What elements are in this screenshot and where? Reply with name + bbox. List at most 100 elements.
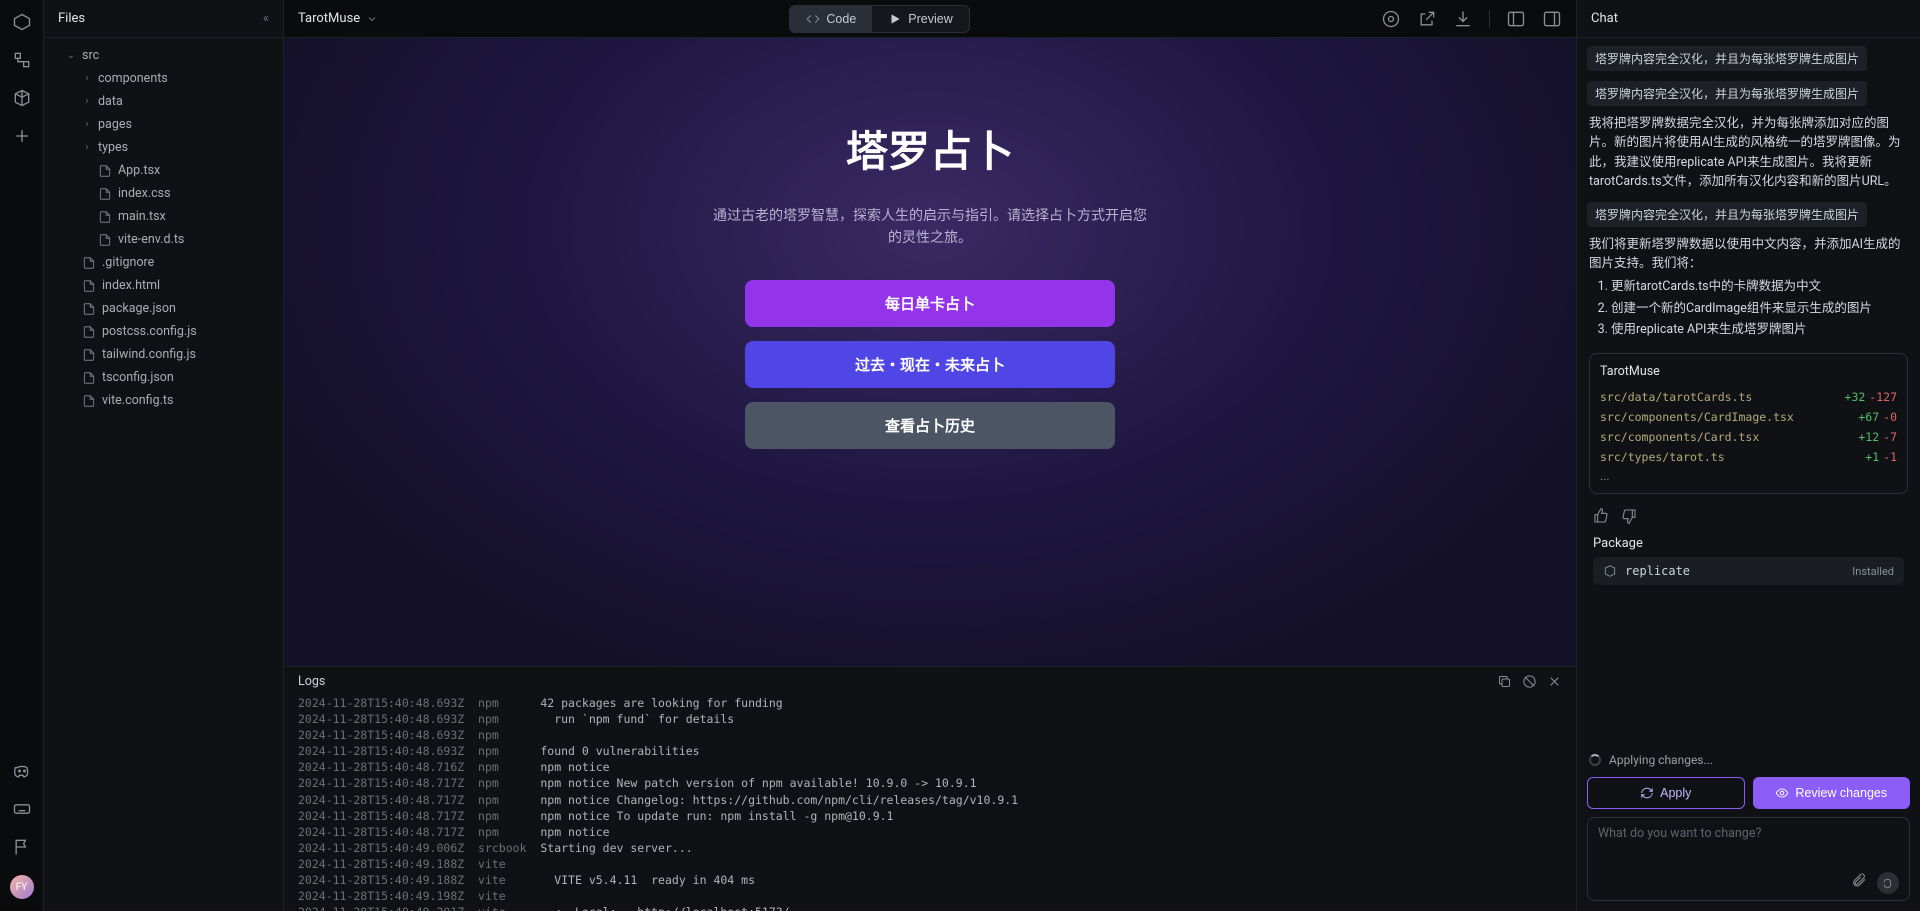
discord-icon[interactable]	[12, 761, 32, 781]
attach-icon[interactable]	[1851, 872, 1867, 888]
chat-response: 我们将更新塔罗牌数据以使用中文内容，并添加AI生成的图片支持。我们将： 更新ta…	[1583, 233, 1914, 348]
file-icon	[98, 187, 112, 201]
thumbs-up-icon[interactable]	[1593, 508, 1609, 524]
diff-file-row[interactable]: src/data/tarotCards.ts+32-127	[1600, 387, 1897, 407]
code-icon	[806, 12, 820, 26]
clear-icon[interactable]	[1522, 674, 1537, 689]
diff-add: +12	[1858, 430, 1879, 444]
past-present-future-button[interactable]: 过去・现在・未来占卜	[745, 341, 1115, 388]
log-line: 2024-11-28T15:40:48.716Z npm npm notice	[298, 759, 1562, 775]
chat-input[interactable]	[1598, 826, 1899, 864]
user-msg-chip: 塔罗牌内容完全汉化，并且为每张塔罗牌生成图片	[1587, 202, 1867, 227]
cube-icon[interactable]	[12, 88, 32, 108]
plus-icon[interactable]	[12, 126, 32, 146]
file-icon	[82, 279, 96, 293]
diff-file-row[interactable]: src/types/tarot.ts+1-1	[1600, 447, 1897, 467]
file-label: main.tsx	[118, 209, 166, 224]
file-label: .gitignore	[102, 255, 154, 270]
tab-preview[interactable]: Preview	[872, 6, 968, 32]
chat-response-intro: 我们将更新塔罗牌数据以使用中文内容，并添加AI生成的图片支持。我们将：	[1589, 235, 1908, 274]
chat-body[interactable]: 塔罗牌内容完全汉化，并且为每张塔罗牌生成图片 塔罗牌内容完全汉化，并且为每张塔罗…	[1577, 38, 1920, 743]
file-label: postcss.config.js	[102, 324, 197, 339]
copy-icon[interactable]	[1497, 674, 1512, 689]
folder-item[interactable]: ›data	[44, 90, 283, 113]
diff-file-row[interactable]: src/components/CardImage.tsx+67-0	[1600, 407, 1897, 427]
file-item[interactable]: App.tsx	[44, 159, 283, 182]
diff-card: TarotMuse src/data/tarotCards.ts+32-127s…	[1589, 353, 1908, 494]
file-label: index.css	[118, 186, 171, 201]
home-icon[interactable]	[12, 12, 32, 32]
apply-button[interactable]: Apply	[1587, 777, 1745, 809]
folder-item[interactable]: ›pages	[44, 113, 283, 136]
file-item[interactable]: vite-env.d.ts	[44, 228, 283, 251]
tab-code[interactable]: Code	[790, 6, 872, 32]
preview-pane: 塔罗占卜 通过古老的塔罗智慧，探索人生的启示与指引。请选择占卜方式开启您的灵性之…	[284, 38, 1576, 666]
tree-icon[interactable]	[12, 50, 32, 70]
chat-input-wrap	[1587, 817, 1910, 901]
diff-file-row[interactable]: src/components/Card.tsx+12-7	[1600, 427, 1897, 447]
diff-path: src/components/CardImage.tsx	[1600, 410, 1794, 424]
download-icon[interactable]	[1453, 9, 1473, 29]
diff-add: +1	[1865, 450, 1879, 464]
file-item[interactable]: vite.config.ts	[44, 389, 283, 412]
review-changes-button[interactable]: Review changes	[1753, 777, 1911, 809]
thumbs-down-icon[interactable]	[1621, 508, 1637, 524]
collapse-files-icon[interactable]: «	[263, 11, 269, 26]
project-selector[interactable]: TarotMuse	[298, 11, 378, 26]
keyboard-icon[interactable]	[12, 799, 32, 819]
chat-response: 我将把塔罗牌数据完全汉化，并为每张牌添加对应的图片。新的图片将使用AI生成的风格…	[1583, 112, 1914, 198]
file-item[interactable]: .gitignore	[44, 251, 283, 274]
eye-icon	[1775, 786, 1789, 800]
icon-rail: FY	[0, 0, 44, 911]
file-item[interactable]: tailwind.config.js	[44, 343, 283, 366]
external-link-icon[interactable]	[1417, 9, 1437, 29]
spinner-icon	[1589, 754, 1601, 766]
log-line: 2024-11-28T15:40:48.717Z npm npm notice …	[298, 775, 1562, 791]
file-item[interactable]: main.tsx	[44, 205, 283, 228]
reading-history-button[interactable]: 查看占卜历史	[745, 402, 1115, 449]
file-icon	[82, 348, 96, 362]
log-line: 2024-11-28T15:40:48.693Z npm run `npm fu…	[298, 711, 1562, 727]
chevron-right-icon: ›	[82, 142, 92, 153]
file-item[interactable]: index.css	[44, 182, 283, 205]
applying-text: Applying changes...	[1609, 753, 1713, 767]
folder-item[interactable]: ›components	[44, 67, 283, 90]
log-line: 2024-11-28T15:40:48.693Z npm found 0 vul…	[298, 743, 1562, 759]
folder-item[interactable]: ⌄src	[44, 44, 283, 67]
diff-project: TarotMuse	[1600, 364, 1897, 379]
diff-more: ...	[1600, 467, 1897, 483]
folder-item[interactable]: › types	[44, 136, 283, 159]
send-button[interactable]	[1877, 872, 1899, 894]
log-line: 2024-11-28T15:40:48.717Z npm npm notice …	[298, 792, 1562, 808]
panel-right-icon[interactable]	[1542, 9, 1562, 29]
file-label: types	[98, 140, 128, 155]
info-icon[interactable]	[1381, 9, 1401, 29]
file-label: vite.config.ts	[102, 393, 173, 408]
log-line: 2024-11-28T15:40:49.198Z vite	[298, 888, 1562, 904]
file-item[interactable]: postcss.config.js	[44, 320, 283, 343]
refresh-icon	[1640, 786, 1654, 800]
tarot-title: 塔罗占卜	[846, 118, 1014, 179]
review-label: Review changes	[1795, 786, 1887, 800]
file-item[interactable]: tsconfig.json	[44, 366, 283, 389]
daily-reading-button[interactable]: 每日单卡占卜	[745, 280, 1115, 327]
logs-body[interactable]: 2024-11-28T15:40:48.693Z npm 42 packages…	[284, 695, 1576, 911]
close-icon[interactable]	[1547, 674, 1562, 689]
package-row: replicate Installed	[1593, 557, 1904, 585]
diff-del: -127	[1869, 390, 1897, 404]
diff-path: src/data/tarotCards.ts	[1600, 390, 1752, 404]
user-msg-chip: 塔罗牌内容完全汉化，并且为每张塔罗牌生成图片	[1587, 46, 1867, 71]
panel-left-icon[interactable]	[1506, 9, 1526, 29]
chevron-right-icon: ›	[82, 96, 92, 107]
avatar[interactable]: FY	[10, 875, 34, 899]
file-item[interactable]: index.html	[44, 274, 283, 297]
applying-status: Applying changes...	[1577, 743, 1920, 777]
flag-icon[interactable]	[12, 837, 32, 857]
logs-panel: Logs 2024-11-28T15:40:48.693Z npm 42 pac…	[284, 666, 1576, 911]
tab-code-label: Code	[826, 12, 856, 26]
file-label: index.html	[102, 278, 160, 293]
log-line: 2024-11-28T15:40:48.693Z npm	[298, 727, 1562, 743]
file-item[interactable]: package.json	[44, 297, 283, 320]
log-line: 2024-11-28T15:40:48.717Z npm npm notice …	[298, 808, 1562, 824]
log-line: 2024-11-28T15:40:49.006Z srcbook Startin…	[298, 840, 1562, 856]
